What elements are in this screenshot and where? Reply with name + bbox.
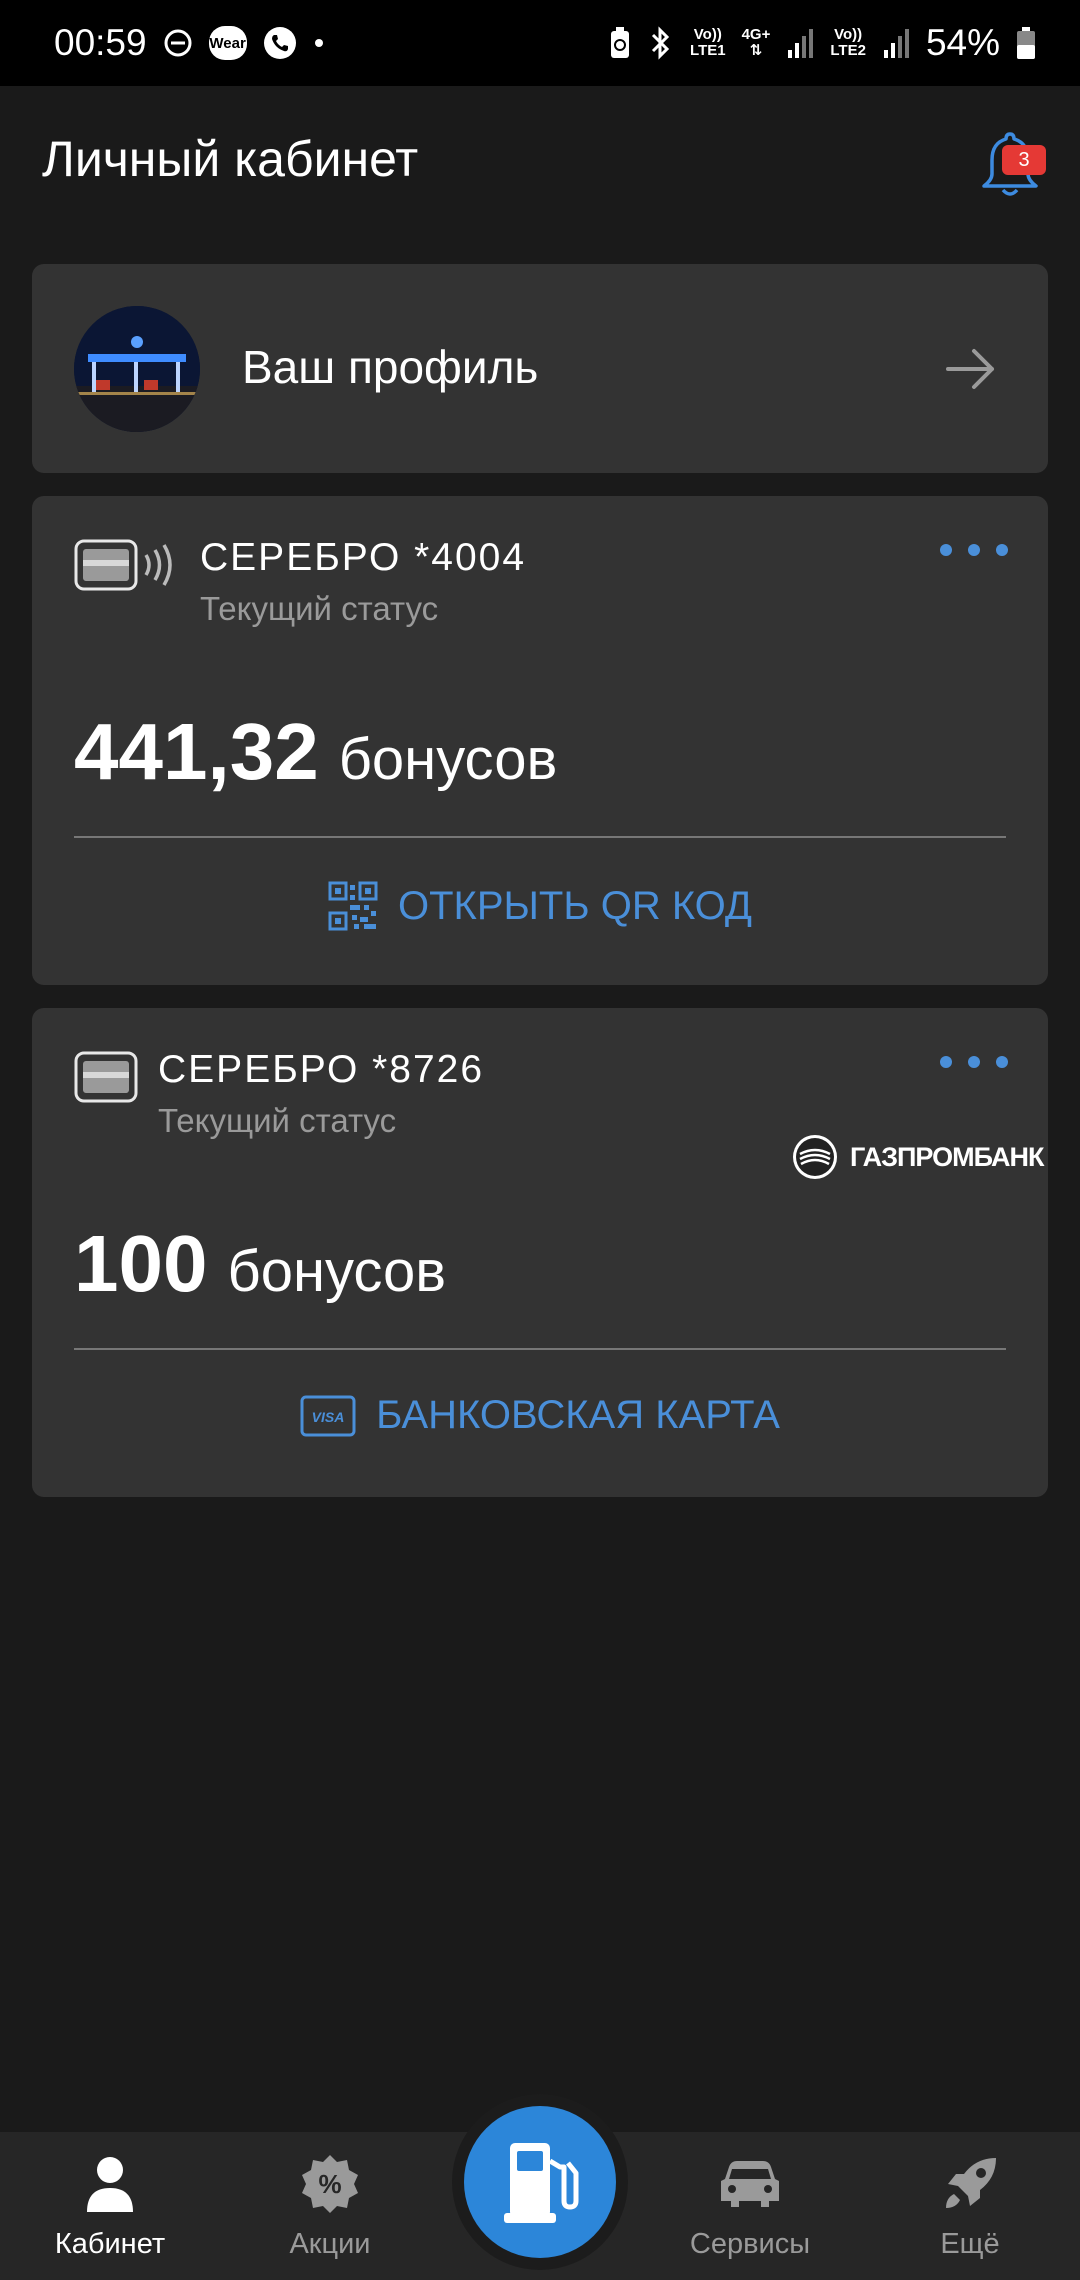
network-lte1: Vo)) LTE1 [690, 26, 726, 59]
open-qr-code-button[interactable]: ОТКРЫТЬ QR КОД [32, 881, 1048, 931]
network-4g: 4G+ ⇅ [741, 26, 771, 59]
phone-call-icon [263, 26, 297, 60]
more-options-icon[interactable] [940, 544, 1008, 558]
qr-code-icon [328, 881, 378, 931]
more-options-icon[interactable] [940, 1056, 1008, 1070]
percent-badge-icon: % [299, 2146, 361, 2222]
nav-promotions[interactable]: % Акции [230, 2146, 430, 2261]
bonus-balance: 100 бонусов [74, 1218, 446, 1310]
visa-text: VISA [312, 1409, 345, 1425]
action-label: ОТКРЫТЬ QR КОД [397, 883, 753, 928]
user-icon [84, 2146, 136, 2222]
balance-unit: бонусов [227, 1239, 447, 1304]
nav-services[interactable]: Сервисы [650, 2146, 850, 2261]
dot-icon [313, 37, 325, 49]
nav-more[interactable]: Ещё [870, 2146, 1070, 2261]
profile-card[interactable]: Ваш профиль [32, 264, 1048, 473]
card-title: СЕРЕБРО *8726 [158, 1048, 485, 1091]
signal-icon [786, 28, 814, 58]
signal-icon [882, 28, 910, 58]
card-title: СЕРЕБРО *4004 [200, 536, 527, 579]
network-lte2: Vo)) LTE2 [830, 26, 866, 59]
nav-label: Ещё [940, 2228, 1000, 2260]
fuel-pump-icon [504, 2143, 579, 2223]
gazprombank-icon [793, 1135, 837, 1179]
bluetooth-icon [648, 26, 674, 60]
divider [74, 836, 1006, 838]
balance-unit: бонусов [338, 727, 558, 792]
battery-icon [1016, 26, 1036, 60]
balance-value: 100 [74, 1219, 208, 1308]
divider [74, 1348, 1006, 1350]
nav-label: Сервисы [689, 2228, 811, 2260]
visa-card-icon: VISA [300, 1395, 356, 1436]
balance-value: 441,32 [74, 707, 319, 796]
contactless-card-icon [74, 538, 186, 599]
nav-label: Кабинет [54, 2228, 166, 2260]
card-icon [74, 1050, 140, 1111]
svg-text:%: % [318, 2169, 341, 2199]
bank-name: ГАЗПРОМБАНК [850, 1141, 1044, 1172]
do-not-disturb-icon [163, 28, 193, 58]
car-icon [717, 2146, 783, 2222]
arrow-right-icon[interactable] [944, 344, 998, 394]
loyalty-card[interactable]: СЕРЕБРО *8726 Текущий статус ГАЗПРОМБАНК… [32, 1008, 1048, 1497]
fuel-pump-button[interactable] [464, 2106, 616, 2258]
avatar [74, 306, 200, 432]
nav-label: Акции [289, 2228, 371, 2260]
action-label: БАНКОВСКАЯ КАРТА [376, 1393, 780, 1437]
card-status: Текущий статус [158, 1102, 397, 1139]
wear-icon: Wear [208, 26, 247, 60]
app-header: Личный кабинет 3 [0, 86, 1080, 236]
battery-saver-icon [608, 26, 632, 60]
profile-label: Ваш профиль [242, 341, 539, 393]
gazprombank-logo: ГАЗПРОМБАНК [792, 1134, 1044, 1180]
bank-card-button[interactable]: VISA БАНКОВСКАЯ КАРТА [32, 1393, 1048, 1438]
notification-badge: 3 [1002, 145, 1046, 175]
clock: 00:59 [54, 22, 147, 63]
battery-percent: 54% [925, 22, 1000, 63]
card-status: Текущий статус [200, 590, 439, 627]
page-title: Личный кабинет [42, 131, 419, 187]
rocket-icon [940, 2146, 1000, 2222]
nav-cabinet[interactable]: Кабинет [10, 2146, 210, 2261]
bonus-balance: 441,32 бонусов [74, 706, 557, 798]
status-bar: 00:59 Wear Vo)) LTE1 4G+ ⇅ Vo)) LTE2 54% [0, 0, 1080, 86]
loyalty-card[interactable]: СЕРЕБРО *4004 Текущий статус 441,32 бону… [32, 496, 1048, 985]
